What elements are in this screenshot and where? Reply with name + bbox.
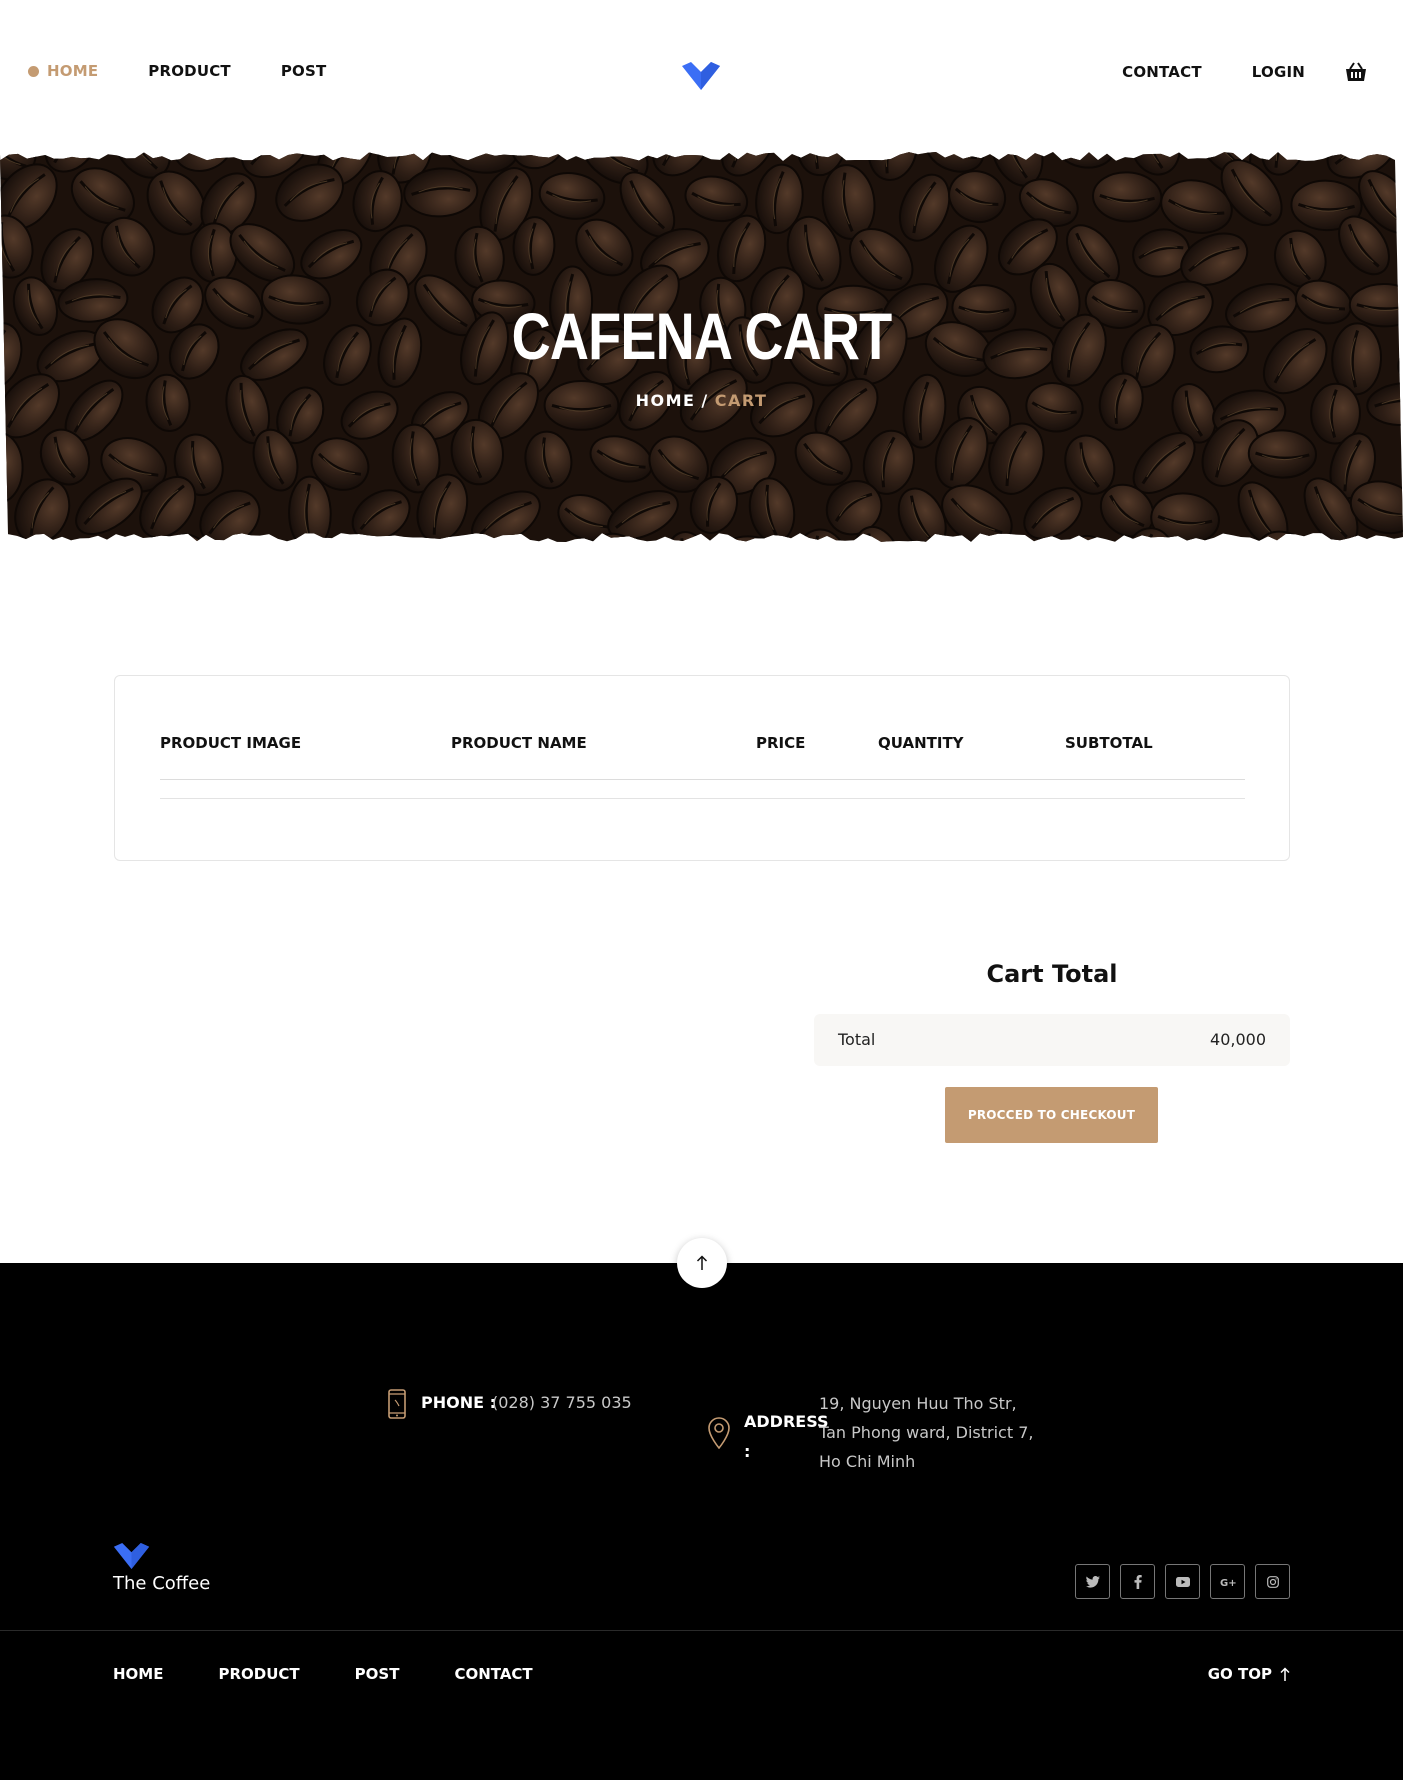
footer-nav-home[interactable]: HOME	[113, 1665, 163, 1683]
coffee-bean	[0, 474, 5, 552]
logo-icon[interactable]	[682, 62, 720, 90]
nav-contact[interactable]: CONTACT	[1122, 63, 1202, 81]
col-product-name: PRODUCT NAME	[451, 734, 587, 752]
total-value: 40,000	[1210, 1030, 1266, 1049]
twitter-icon[interactable]	[1075, 1564, 1110, 1599]
scroll-top-button[interactable]	[677, 1238, 727, 1288]
cart-total-title: Cart Total	[986, 960, 1118, 988]
col-price: PRICE	[756, 734, 806, 752]
phone-value[interactable]: (028) 37 755 035	[492, 1393, 632, 1412]
breadcrumb-home[interactable]: HOME	[636, 391, 696, 410]
google-plus-icon[interactable]: G+	[1210, 1564, 1245, 1599]
nav-home[interactable]: HOME	[28, 62, 98, 80]
footer-divider	[0, 1630, 1403, 1631]
coffee-bean	[357, 538, 440, 556]
facebook-icon[interactable]	[1120, 1564, 1155, 1599]
phone-label: PHONE :	[421, 1393, 497, 1412]
breadcrumb: HOME / CART	[0, 391, 1403, 410]
main-nav-left: HOME PRODUCT POST	[28, 62, 376, 80]
checkout-button[interactable]: PROCCED TO CHECKOUT	[945, 1087, 1158, 1143]
arrow-up-icon	[696, 1255, 708, 1270]
total-row: Total 40,000	[814, 1014, 1290, 1066]
table-divider	[160, 798, 1245, 799]
svg-text:G+: G+	[1220, 1578, 1236, 1587]
nav-home-label: HOME	[47, 62, 99, 80]
nav-post[interactable]: POST	[281, 62, 327, 80]
address-value: 19, Nguyen Huu Tho Str, Tan Phong ward, …	[819, 1394, 1034, 1471]
main-nav-right: CONTACT LOGIN	[1072, 62, 1367, 82]
table-divider	[160, 779, 1245, 780]
col-quantity: QUANTITY	[878, 734, 964, 752]
col-product-image: PRODUCT IMAGE	[160, 734, 302, 752]
page-title: CAFENA CART	[511, 299, 893, 373]
social-links: G+	[1075, 1564, 1300, 1599]
coffee-bean	[110, 539, 179, 556]
active-dot-icon	[28, 65, 39, 77]
site-header: HOME PRODUCT POST CONTACT LOGIN	[0, 0, 1403, 150]
cart-table-header: PRODUCT IMAGE PRODUCT NAME PRICE QUANTIT…	[160, 734, 1245, 754]
basket-icon[interactable]	[1345, 62, 1367, 82]
coffee-bean	[306, 538, 367, 542]
footer-logo-icon[interactable]	[113, 1543, 150, 1569]
hero-banner: CAFENA CART HOME / CART	[0, 148, 1403, 556]
phone-icon	[388, 1389, 406, 1419]
footer-nav-contact[interactable]: CONTACT	[454, 1665, 532, 1683]
arrow-up-icon	[1280, 1666, 1290, 1681]
total-label: Total	[838, 1030, 876, 1049]
address-label: ADDRESS :	[744, 1412, 829, 1461]
brand-name: The Coffee	[113, 1573, 211, 1594]
instagram-icon[interactable]	[1255, 1564, 1290, 1599]
coffee-bean	[984, 543, 1046, 556]
breadcrumb-current: CART	[714, 391, 768, 410]
youtube-icon[interactable]	[1165, 1564, 1200, 1599]
footer-nav-product[interactable]: PRODUCT	[218, 1665, 299, 1683]
nav-login[interactable]: LOGIN	[1252, 63, 1305, 81]
go-top-label: GO TOP	[1207, 1665, 1272, 1683]
go-top-link[interactable]: GO TOP	[1208, 1665, 1290, 1683]
footer-nav: HOME PRODUCT POST CONTACT	[113, 1665, 588, 1683]
breadcrumb-separator: /	[701, 391, 709, 410]
location-pin-icon	[708, 1417, 730, 1449]
col-subtotal: SUBTOTAL	[1065, 734, 1153, 752]
footer-nav-post[interactable]: POST	[355, 1665, 400, 1683]
cart-table: PRODUCT IMAGE PRODUCT NAME PRICE QUANTIT…	[114, 675, 1290, 861]
site-footer	[0, 1263, 1403, 1780]
nav-product[interactable]: PRODUCT	[148, 62, 231, 80]
